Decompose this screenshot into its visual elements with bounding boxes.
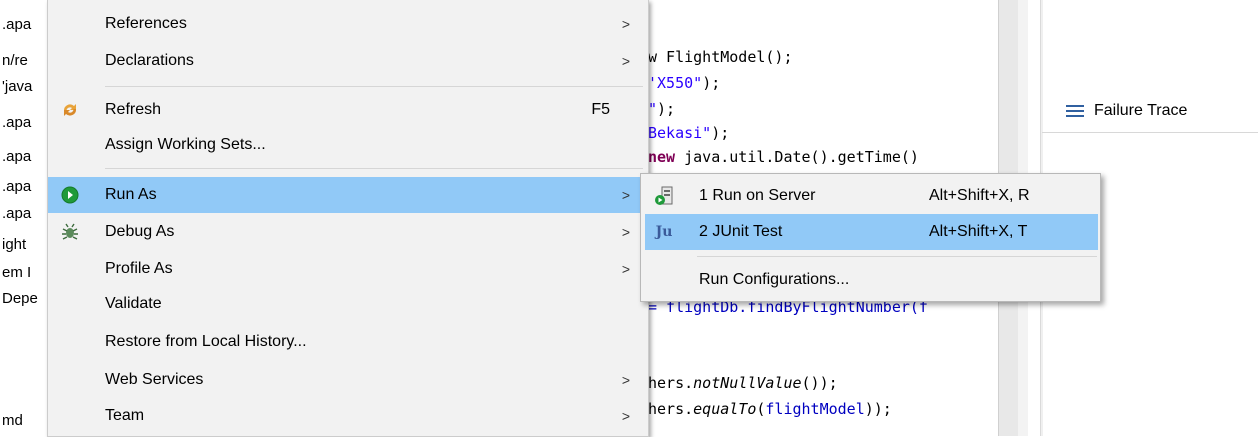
explorer-row[interactable]: em I [2, 264, 31, 281]
shortcut-label: Alt+Shift+X, R [929, 187, 1030, 204]
menu-item-restore-from-local-history[interactable]: Restore from Local History... [48, 324, 648, 360]
refresh-icon [60, 100, 80, 120]
chevron-right-icon: > [621, 261, 630, 277]
menu-item-label: Assign Working Sets... [105, 136, 266, 153]
explorer-row[interactable]: .apa [2, 205, 31, 222]
menu-item-validate[interactable]: Validate [48, 286, 648, 322]
submenu-item-run-on-server[interactable]: 1 Run on Server Alt+Shift+X, R [645, 178, 1098, 214]
explorer-row[interactable]: ight [2, 236, 26, 253]
list-icon [1066, 105, 1084, 117]
menu-separator [105, 168, 643, 169]
menu-item-profile-as[interactable]: Profile As > [48, 251, 648, 287]
submenu-item-label: 1 Run on Server [699, 187, 816, 204]
chevron-right-icon: > [621, 224, 630, 240]
menu-item-label: Restore from Local History... [105, 333, 307, 350]
context-menu: References > Declarations > Refresh F5 A… [47, 0, 649, 437]
explorer-row[interactable]: Depe [2, 290, 38, 307]
package-explorer: .apa n/re 'java .apa .apa .apa .apa ight… [0, 0, 48, 436]
menu-item-debug-as[interactable]: Debug As > [48, 214, 648, 250]
code-line: 'X550"); [648, 74, 721, 92]
menu-separator [697, 256, 1097, 257]
submenu-item-run-configurations[interactable]: Run Configurations... [645, 262, 1098, 298]
menu-item-run-as[interactable]: Run As > [48, 177, 648, 213]
menu-item-label: Debug As [105, 223, 175, 240]
junit-icon: Ju [655, 224, 673, 240]
debug-bug-icon [60, 222, 80, 242]
chevron-right-icon: > [621, 187, 630, 203]
chevron-right-icon: > [621, 408, 630, 424]
menu-item-references[interactable]: References > [48, 6, 648, 42]
explorer-row[interactable]: .apa [2, 16, 31, 33]
code-line: "); [648, 100, 676, 118]
code-line: w FlightModel(); [648, 48, 793, 66]
explorer-row[interactable]: 'java [2, 78, 32, 95]
menu-item-label: Profile As [105, 260, 173, 277]
explorer-row[interactable]: md [2, 412, 23, 429]
chevron-right-icon: > [621, 53, 630, 69]
menu-item-label: Team [105, 407, 145, 424]
failure-trace-label: Failure Trace [1094, 102, 1188, 119]
menu-item-web-services[interactable]: Web Services > [48, 362, 648, 398]
code-line: new java.util.Date().getTime() [648, 148, 919, 166]
menu-item-declarations[interactable]: Declarations > [48, 43, 648, 79]
menu-item-label: References [105, 15, 187, 32]
chevron-right-icon: > [621, 16, 630, 32]
server-run-icon [653, 185, 675, 207]
code-line: hers.equalTo(flightModel)); [648, 400, 892, 418]
menu-item-team[interactable]: Team > [48, 398, 648, 434]
submenu-item-label: Run Configurations... [699, 271, 850, 288]
explorer-row[interactable]: .apa [2, 148, 31, 165]
shortcut-label: Alt+Shift+X, T [929, 223, 1028, 240]
menu-item-label: Run As [105, 186, 157, 203]
menu-item-refresh[interactable]: Refresh F5 [48, 92, 648, 128]
explorer-row[interactable]: n/re [2, 52, 28, 69]
submenu-item-junit-test[interactable]: Ju 2 JUnit Test Alt+Shift+X, T [645, 214, 1098, 250]
menu-item-label: Web Services [105, 371, 204, 388]
menu-item-label: Refresh [105, 101, 162, 118]
run-as-submenu: 1 Run on Server Alt+Shift+X, R Ju 2 JUni… [640, 173, 1101, 302]
chevron-right-icon: > [621, 372, 630, 388]
submenu-item-label: 2 JUnit Test [699, 223, 783, 240]
divider [1042, 132, 1258, 133]
menu-separator [105, 86, 643, 87]
code-line: Bekasi"); [648, 124, 730, 142]
explorer-row[interactable]: .apa [2, 178, 31, 195]
menu-item-label: Validate [105, 295, 162, 312]
failure-trace-header: Failure Trace [1066, 102, 1187, 120]
menu-item-label: Declarations [105, 52, 194, 69]
shortcut-label: F5 [591, 101, 610, 118]
menu-item-assign-working-sets[interactable]: Assign Working Sets... [48, 127, 648, 163]
run-icon [60, 185, 80, 205]
code-line: hers.notNullValue()); [648, 374, 838, 392]
explorer-row[interactable]: .apa [2, 114, 31, 131]
